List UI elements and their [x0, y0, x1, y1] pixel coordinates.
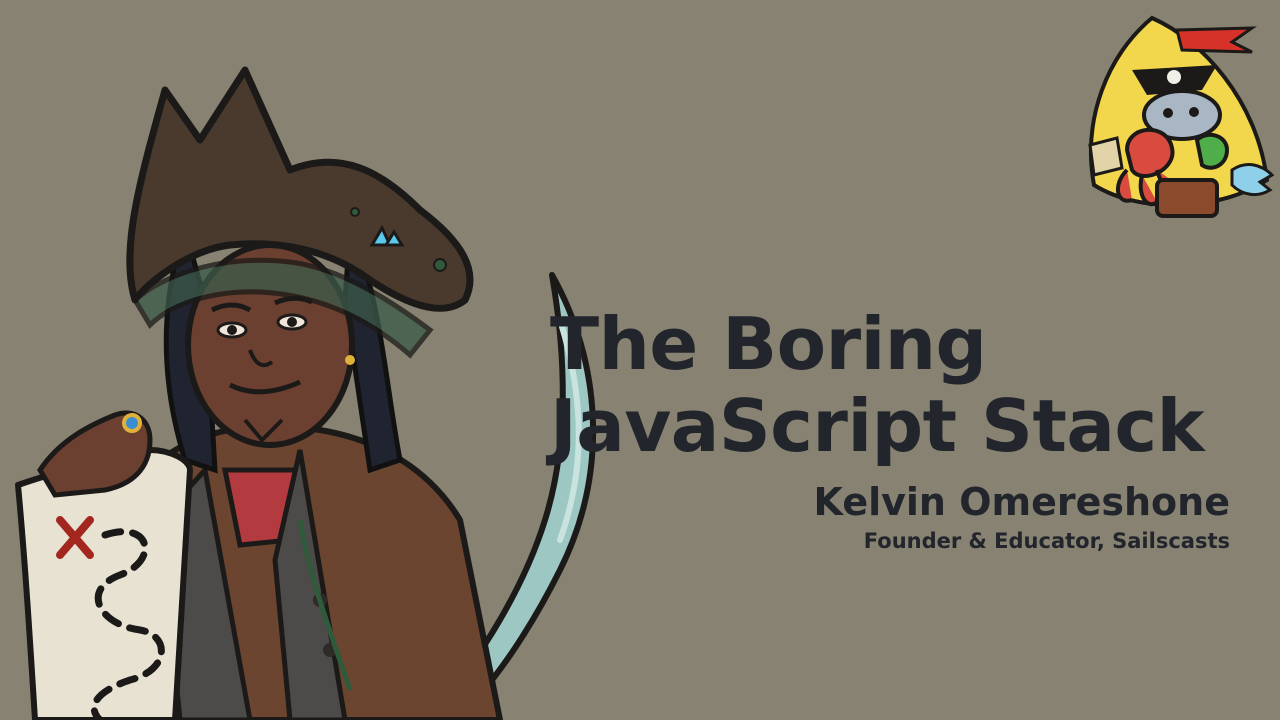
speaker-name: Kelvin Omereshone	[813, 480, 1230, 524]
logo-map-scroll-icon	[1088, 136, 1124, 177]
logo-treasure-chest-icon	[1155, 178, 1219, 218]
logo-parrot-icon	[1194, 132, 1230, 170]
logo-fish-tail-icon	[1230, 163, 1274, 197]
talk-title-line-1: The Boring	[550, 302, 987, 386]
title-block: The Boring JavaScript Stack	[550, 303, 1230, 467]
talk-title-line-2: JavaScript Stack	[550, 384, 1205, 468]
pirate-mascot-logo	[1088, 15, 1274, 218]
speaker-block: Kelvin Omereshone Founder & Educator, Sa…	[814, 478, 1230, 556]
treasure-map-icon	[15, 410, 193, 720]
speaker-role: Founder & Educator, Sailscasts	[863, 529, 1230, 553]
slide: The Boring JavaScript Stack Kelvin Omere…	[0, 0, 1280, 720]
talk-title: The Boring JavaScript Stack	[550, 303, 1230, 467]
